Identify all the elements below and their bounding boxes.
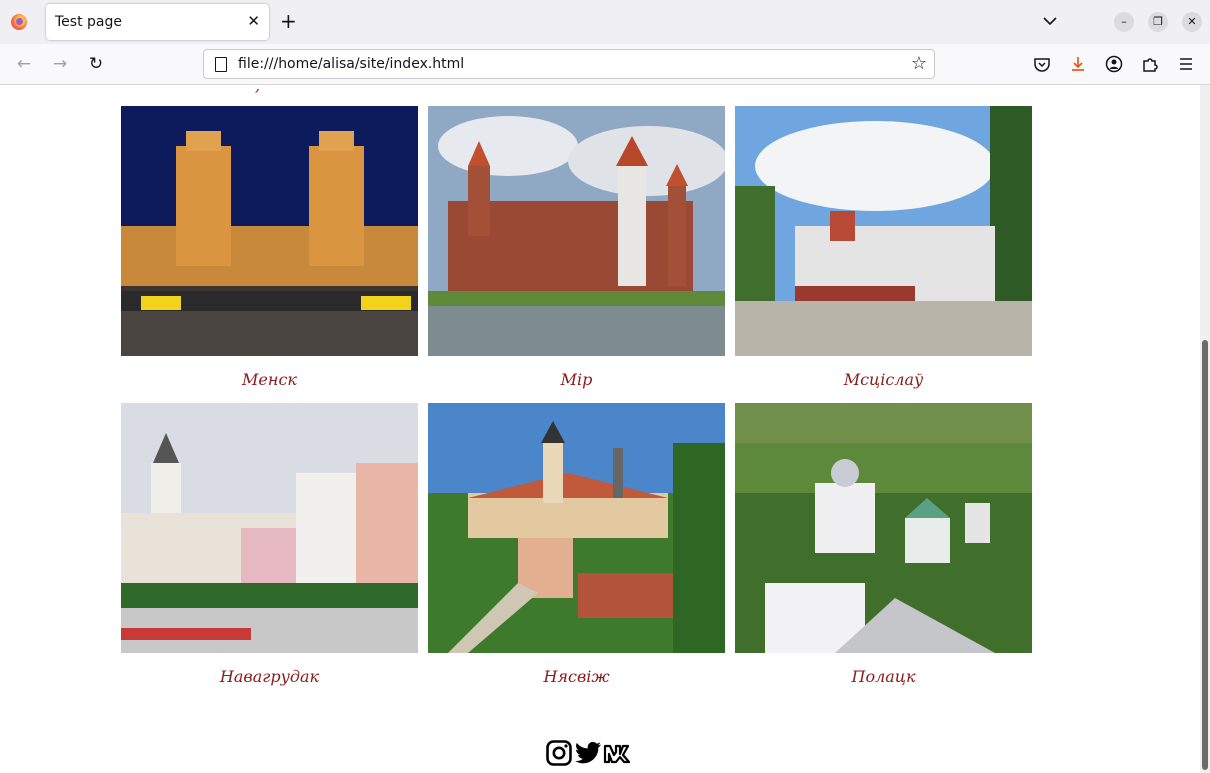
download-icon[interactable] <box>1068 54 1088 74</box>
city-photo-mir[interactable] <box>428 106 728 356</box>
back-icon[interactable]: ← <box>14 54 34 74</box>
city-photo-navahrudak[interactable] <box>121 403 418 653</box>
page-viewport: , Менск Мір Мсціслаў Навагрудак Нясвіж П… <box>0 85 1200 773</box>
url-bar[interactable]: file:///home/alisa/site/index.html ☆ <box>203 49 935 79</box>
page-scrollbar[interactable] <box>1200 85 1210 773</box>
city-card-niasvizh[interactable]: Нясвіж <box>428 403 725 686</box>
city-caption: Полацк <box>851 667 916 686</box>
instagram-icon[interactable] <box>545 739 573 767</box>
chevron-down-icon[interactable] <box>1040 11 1060 31</box>
bookmark-star-icon[interactable]: ☆ <box>911 53 927 74</box>
firefox-icon <box>11 14 27 30</box>
reload-icon[interactable]: ↻ <box>86 54 106 74</box>
page-icon <box>215 57 227 72</box>
city-caption: Мсціслаў <box>843 370 924 389</box>
city-photo-polatsk[interactable] <box>735 403 1032 653</box>
city-photo-mstsislau[interactable] <box>735 106 1032 356</box>
new-tab-button[interactable]: + <box>280 10 297 32</box>
city-caption: Мір <box>560 370 593 389</box>
close-icon[interactable]: ✕ <box>247 12 260 30</box>
twitter-icon[interactable] <box>573 739 603 767</box>
scrollbar-thumb[interactable] <box>1202 340 1208 770</box>
tab-title: Test page <box>55 14 122 30</box>
forward-icon[interactable]: → <box>50 54 70 74</box>
city-caption: Нясвіж <box>543 667 610 686</box>
tab-bar: Test page ✕ + – ❐ ✕ <box>0 0 1210 44</box>
city-caption: Менск <box>242 370 297 389</box>
city-card-minsk[interactable]: Менск <box>121 106 418 389</box>
account-icon[interactable] <box>1104 54 1124 74</box>
navigation-bar: ← → ↻ file:///home/alisa/site/index.html… <box>0 44 1210 85</box>
restore-button[interactable]: ❐ <box>1148 12 1168 32</box>
vk-icon[interactable] <box>603 739 635 767</box>
city-photo-minsk[interactable] <box>121 106 418 356</box>
pocket-icon[interactable] <box>1032 54 1052 74</box>
window-close-button[interactable]: ✕ <box>1182 12 1202 32</box>
city-card-navahrudak[interactable]: Навагрудак <box>121 403 418 686</box>
city-caption: Навагрудак <box>219 667 320 686</box>
city-card-polatsk[interactable]: Полацк <box>735 403 1032 686</box>
social-links <box>545 738 635 768</box>
city-photo-niasvizh[interactable] <box>428 403 725 653</box>
tab-active[interactable]: Test page ✕ <box>46 4 269 40</box>
url-text[interactable]: file:///home/alisa/site/index.html <box>238 56 464 72</box>
extensions-icon[interactable] <box>1140 54 1160 74</box>
cut-caption-fragment: , <box>255 85 261 95</box>
city-card-mstsislau[interactable]: Мсціслаў <box>735 106 1032 389</box>
minimize-button[interactable]: – <box>1114 12 1134 32</box>
menu-icon[interactable] <box>1176 54 1196 74</box>
city-card-mir[interactable]: Мір <box>428 106 728 389</box>
